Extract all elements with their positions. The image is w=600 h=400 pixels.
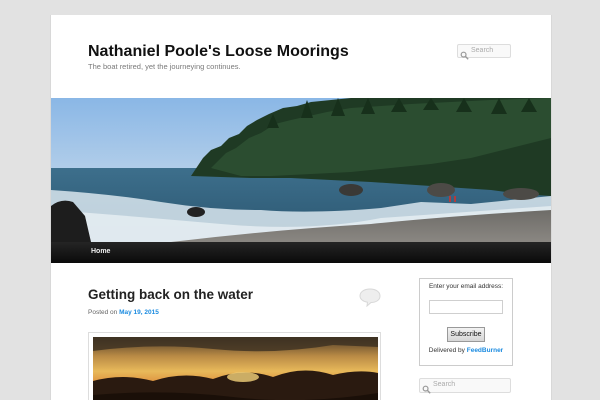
feedburner-subscribe-widget: Enter your email address: Subscribe Deli… — [419, 278, 513, 366]
post-date-link[interactable]: May 19, 2015 — [119, 309, 159, 316]
header-search-field[interactable]: Search — [457, 44, 511, 60]
delivered-by-text: Delivered by FeedBurner — [420, 346, 512, 355]
post-title[interactable]: Getting back on the water — [88, 287, 253, 303]
delivered-by-label: Delivered by — [428, 347, 465, 354]
page-container: Nathaniel Poole's Loose Moorings The boa… — [50, 15, 552, 400]
comment-bubble-icon[interactable] — [358, 287, 382, 308]
header-search-placeholder: Search — [471, 47, 494, 54]
post-meta: Posted on May 19, 2015 — [88, 308, 159, 317]
search-icon — [422, 381, 431, 394]
nav-item-home[interactable]: Home — [91, 247, 110, 257]
posted-on-label: Posted on — [88, 309, 118, 316]
subscribe-button[interactable]: Subscribe — [447, 327, 485, 342]
main-navigation: Home — [51, 242, 551, 263]
email-field[interactable] — [429, 300, 503, 314]
feedburner-link[interactable]: FeedBurner — [467, 347, 503, 354]
site-title[interactable]: Nathaniel Poole's Loose Moorings — [88, 42, 349, 62]
header-banner-image — [51, 98, 551, 242]
post-image-frame — [88, 332, 381, 400]
email-prompt-label: Enter your email address: — [428, 283, 504, 290]
site-description: The boat retired, yet the journeying con… — [88, 62, 241, 71]
search-icon — [460, 47, 469, 60]
sunset-photo — [93, 337, 378, 400]
sidebar-search-placeholder: Search — [433, 381, 456, 388]
sidebar-search-field[interactable]: Search — [419, 378, 511, 394]
